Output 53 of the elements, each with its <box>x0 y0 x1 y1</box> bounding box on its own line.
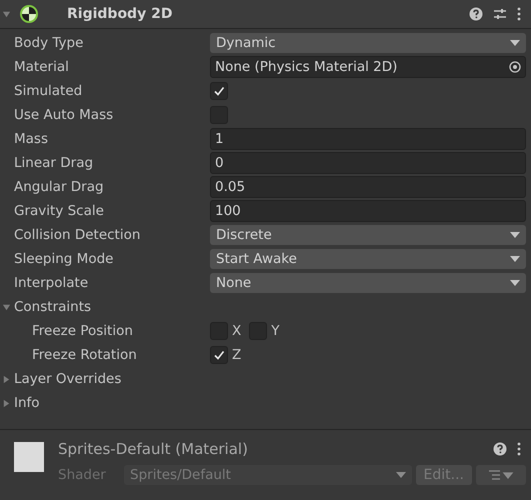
caret-icon[interactable] <box>2 10 11 18</box>
property-label: Body Type <box>13 35 84 51</box>
component-title: Rigidbody 2D <box>67 6 172 22</box>
object-picker-icon[interactable] <box>509 61 521 73</box>
property-label: Sleeping Mode <box>13 251 114 267</box>
dropdown[interactable]: Discrete <box>210 225 526 245</box>
physics-icon <box>19 4 39 24</box>
list-icon <box>488 469 514 481</box>
caret-icon <box>396 472 406 478</box>
property-label: Angular Drag <box>13 179 105 195</box>
axis-label: Z <box>232 347 242 363</box>
property-label: Interpolate <box>13 275 90 291</box>
object-field[interactable]: None (Physics Material 2D) <box>210 56 526 78</box>
property-label: Gravity Scale <box>13 203 105 219</box>
caret-icon <box>2 302 11 312</box>
property-label: Simulated <box>13 83 84 99</box>
property-label: Linear Drag <box>13 155 94 171</box>
dropdown[interactable]: None <box>210 273 526 293</box>
dropdown[interactable]: Dynamic <box>210 33 526 53</box>
caret-icon <box>510 280 520 286</box>
more-icon[interactable] <box>517 442 521 456</box>
property-label: Collision Detection <box>13 227 142 243</box>
caret-icon <box>510 232 520 238</box>
property-label: Material <box>13 59 70 75</box>
axis-label: Y <box>271 323 280 339</box>
property-label: Use Auto Mass <box>13 107 114 123</box>
axis-label: X <box>232 323 242 339</box>
caret-icon <box>2 374 11 384</box>
number-field[interactable]: 0 <box>210 152 526 174</box>
foldout-toggle[interactable]: Layer Overrides <box>0 371 122 387</box>
material-preview <box>14 442 44 472</box>
number-field[interactable]: 0.05 <box>210 176 526 198</box>
help-icon[interactable] <box>493 442 507 456</box>
check-icon <box>213 349 225 361</box>
more-icon[interactable] <box>517 7 521 21</box>
property-label: Mass <box>13 131 49 147</box>
caret-icon <box>2 398 11 408</box>
settings-icon[interactable] <box>493 7 507 21</box>
checkbox[interactable] <box>210 346 228 364</box>
property-label: Freeze Position <box>31 323 134 339</box>
caret-icon <box>510 256 520 262</box>
list-menu-button[interactable] <box>476 465 526 485</box>
number-field[interactable]: 1 <box>210 128 526 150</box>
check-icon <box>213 85 225 97</box>
checkbox[interactable] <box>210 82 228 100</box>
material-title: Sprites-Default (Material) <box>58 440 248 458</box>
property-label: Freeze Rotation <box>31 347 138 363</box>
number-field[interactable]: 100 <box>210 200 526 222</box>
foldout-toggle[interactable]: Constraints <box>0 299 92 315</box>
caret-icon <box>510 40 520 46</box>
foldout-toggle[interactable]: Info <box>0 395 40 411</box>
dropdown[interactable]: Start Awake <box>210 249 526 269</box>
help-icon[interactable] <box>469 7 483 21</box>
